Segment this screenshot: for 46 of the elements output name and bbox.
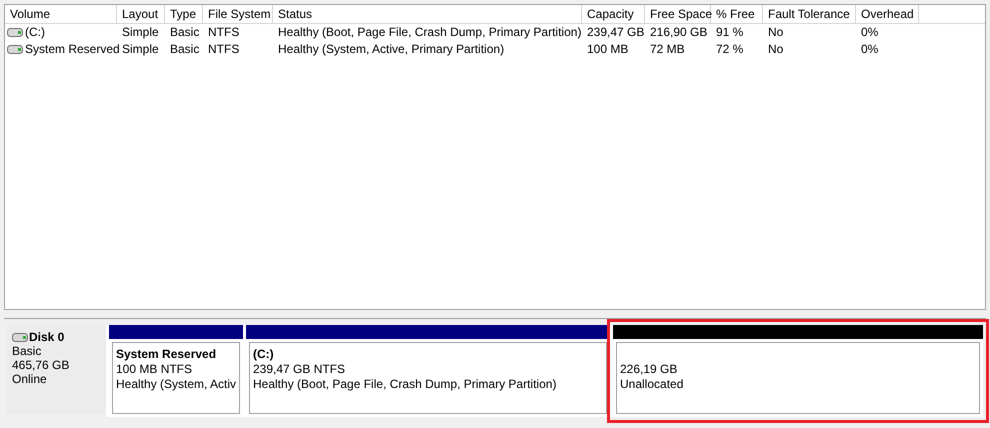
table-cell: 0% [861,24,878,41]
column-header[interactable]: Fault Tolerance [763,5,856,23]
partition-size: 226,19 GB [620,362,678,377]
table-cell: NTFS [208,24,240,41]
column-header[interactable]: % Free [711,5,763,23]
table-cell: No [768,24,784,41]
table-cell: 72 % [716,41,744,58]
table-cell: 91 % [716,24,744,41]
table-cell: (C:) [25,24,45,41]
disk-type: Basic [12,344,42,358]
table-cell: Basic [170,41,200,58]
disk-info-panel[interactable]: Disk 0 Basic 465,76 GB Online [6,325,106,414]
table-cell: NTFS [208,41,240,58]
column-header[interactable]: Volume [5,5,117,23]
partition-status: Unallocated [620,377,684,392]
disk-name: Disk 0 [29,330,64,344]
table-cell: 0% [861,41,878,58]
table-cell: Simple [122,24,159,41]
table-cell: 216,90 GB [650,24,708,41]
table-cell: Basic [170,24,200,41]
table-cell: Simple [122,41,159,58]
partition-size: 239,47 GB NTFS [253,362,346,377]
drive-icon [12,332,28,342]
partition-status: Healthy (Boot, Page File, Crash Dump, Primary Partition) [253,377,558,392]
column-header[interactable]: Free Space [645,5,711,23]
table-cell: 100 MB [587,41,628,58]
column-header[interactable]: Type [165,5,203,23]
column-header[interactable]: Layout [117,5,165,23]
column-header[interactable]: Capacity [582,5,645,23]
table-cell: 72 MB [650,41,685,58]
table-cell: System Reserved [25,41,120,58]
column-header[interactable]: File System [203,5,273,23]
column-header[interactable]: Status [273,5,582,23]
table-cell: Healthy (System, Active, Primary Partition) [278,41,504,58]
table-cell: Healthy (Boot, Page File, Crash Dump, Primary Partition) [278,24,582,41]
table-cell: 239,47 GB [587,24,644,41]
column-header[interactable]: Overhead [856,5,919,23]
disk-status: Online [12,372,48,386]
partition-title: System Reserved [116,347,218,362]
table-cell: No [768,41,784,58]
drive-icon [7,45,23,54]
partition-title: (C:) [253,347,275,362]
partition-status: Healthy (System, Activ [116,377,236,392]
partition-size: 100 MB NTFS [116,362,194,377]
drive-icon [7,28,23,37]
disk-size: 465,76 GB [12,358,70,372]
